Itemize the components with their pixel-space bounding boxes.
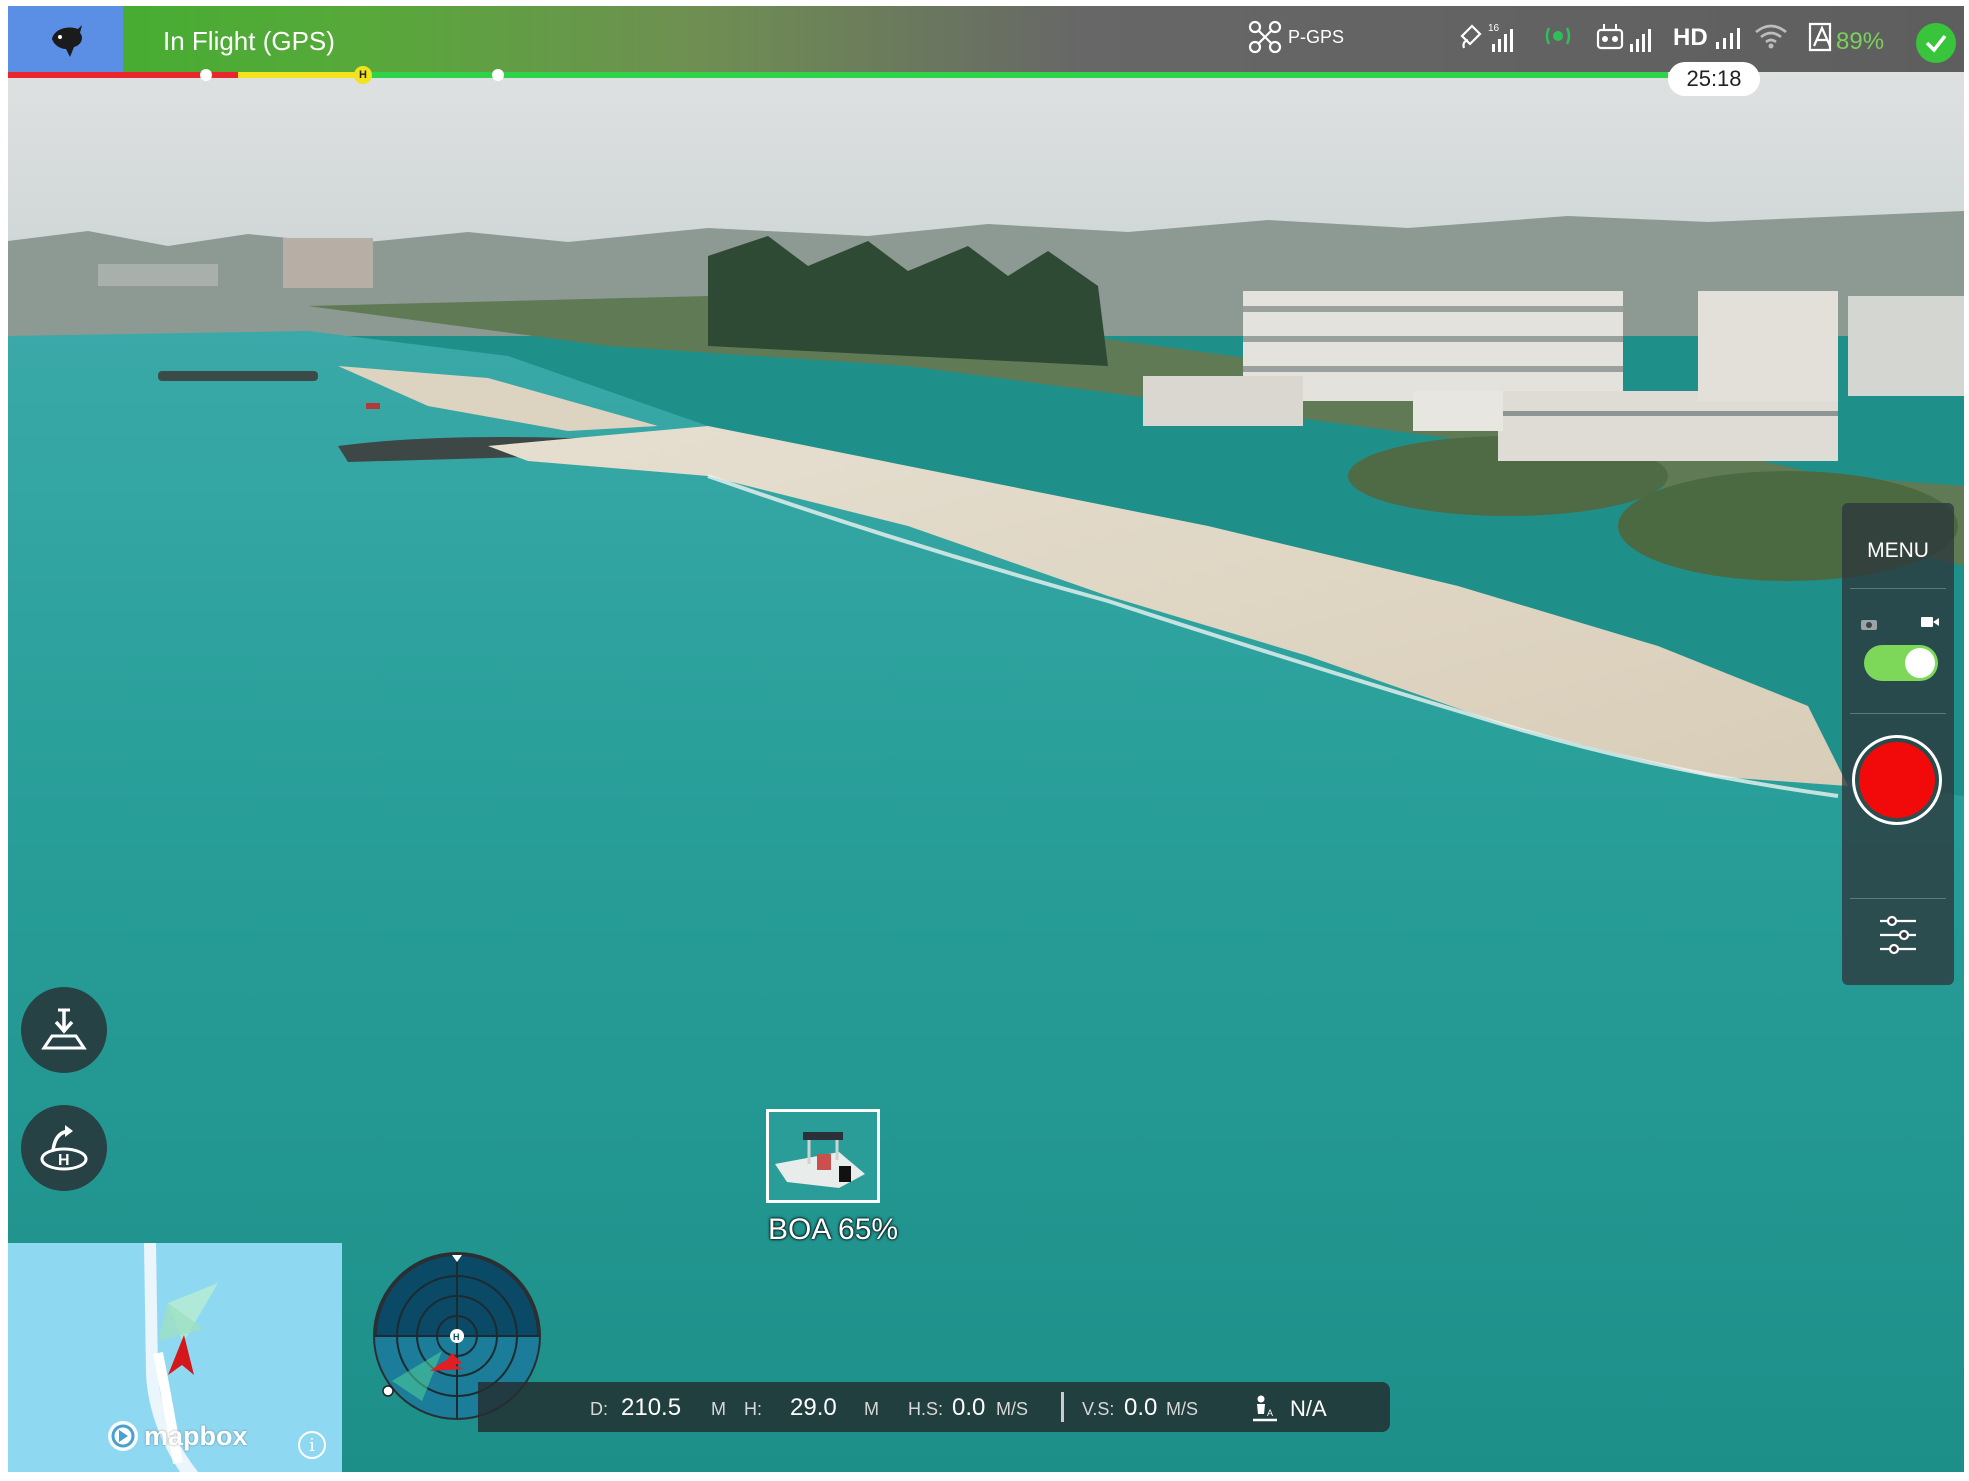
height-unit: M (864, 1399, 879, 1419)
detection-bounding-box[interactable] (766, 1109, 880, 1203)
flight-mode: P-GPS (1248, 20, 1344, 54)
auto-land-button[interactable] (21, 987, 107, 1073)
photo-mode-icon[interactable] (1860, 617, 1878, 631)
status-ok-icon[interactable] (1916, 23, 1956, 63)
camera-menu-button[interactable]: MENU (1842, 539, 1954, 563)
return-to-home-button[interactable]: H (21, 1105, 107, 1191)
critical-battery-marker (200, 69, 212, 81)
horizontal-speed-label: H.S: (908, 1399, 944, 1419)
horizontal-speed-value: 0.0 (952, 1394, 986, 1421)
record-button[interactable] (1852, 735, 1942, 825)
drone-logo-icon[interactable] (8, 6, 123, 72)
gps-satellite-count: 16 (1488, 23, 1500, 34)
return-to-home-icon: H (40, 1125, 88, 1171)
video-mode-icon[interactable] (1920, 615, 1940, 629)
record-icon (1859, 742, 1935, 818)
gps-status: 16 (1458, 20, 1518, 56)
flight-mode-label: P-GPS (1288, 26, 1345, 47)
camera-control-panel: MENU (1842, 503, 1954, 985)
remote-controller-signal (1596, 20, 1656, 54)
status-bar: In Flight (GPS) P-GPS 16 HD 89% (8, 6, 1964, 72)
vertical-speed-value: 0.0 (1124, 1394, 1158, 1421)
low-battery-marker (492, 69, 504, 81)
camera-view: In Flight (GPS) P-GPS 16 HD 89% H 25:18 … (8, 6, 1964, 1472)
vision-positioning-icon: A (1253, 1395, 1277, 1422)
vertical-speed-label: V.S: (1082, 1399, 1115, 1419)
vision-positioning-value: N/A (1290, 1396, 1327, 1421)
wifi-icon (1753, 20, 1789, 52)
height-label: H: (744, 1399, 762, 1419)
mapbox-logo-icon[interactable]: mapbox (106, 1419, 248, 1453)
auto-land-icon (41, 1008, 87, 1050)
remaining-time-badge: 25:18 (1668, 62, 1760, 96)
vertical-speed-unit: M/S (1166, 1399, 1199, 1419)
radar-home-marker: H (453, 1332, 460, 1342)
svg-text:H: H (58, 1152, 70, 1169)
telemetry-bar: D: 210.5 M H: 29.0 M H.S: 0.0 M/S V.S: 0… (478, 1382, 1390, 1432)
remote-controller-signal-icon (1596, 24, 1651, 52)
return-home-marker: H (354, 66, 372, 84)
aircraft-icon (1248, 20, 1282, 54)
video-link-label: HD (1673, 24, 1708, 51)
obstacle-sensing-icon[interactable] (1543, 20, 1573, 52)
flight-status-label[interactable]: In Flight (GPS) (163, 26, 335, 57)
horizontal-speed-unit: M/S (996, 1399, 1029, 1419)
height-value: 29.0 (790, 1394, 837, 1421)
panel-divider (1850, 713, 1946, 714)
panel-divider (1850, 588, 1946, 589)
distance-unit: M (711, 1399, 726, 1419)
distance-value: 210.5 (621, 1394, 682, 1421)
satellite-signal-icon: 16 (1460, 23, 1513, 52)
detection-label: BOA 65% (768, 1213, 899, 1246)
battery-percent: 89% (1836, 28, 1885, 55)
camera-settings-icon[interactable] (1876, 913, 1920, 957)
mini-map[interactable]: mapbox i (8, 1243, 342, 1472)
panel-divider (1850, 898, 1946, 899)
distance-label: D: (590, 1399, 608, 1419)
hd-video-signal-icon: HD (1673, 24, 1744, 52)
telemetry-divider (1061, 1392, 1064, 1422)
battery-progress-bar (8, 72, 1668, 78)
detected-boat-thumbnail (769, 1112, 877, 1200)
photo-video-toggle[interactable] (1864, 645, 1938, 681)
map-info-icon[interactable]: i (298, 1431, 326, 1459)
aircraft-position-icon (168, 1335, 194, 1375)
battery-icon[interactable] (1806, 20, 1838, 54)
map-attribution: mapbox (144, 1420, 248, 1451)
svg-text:A: A (1267, 1408, 1273, 1418)
